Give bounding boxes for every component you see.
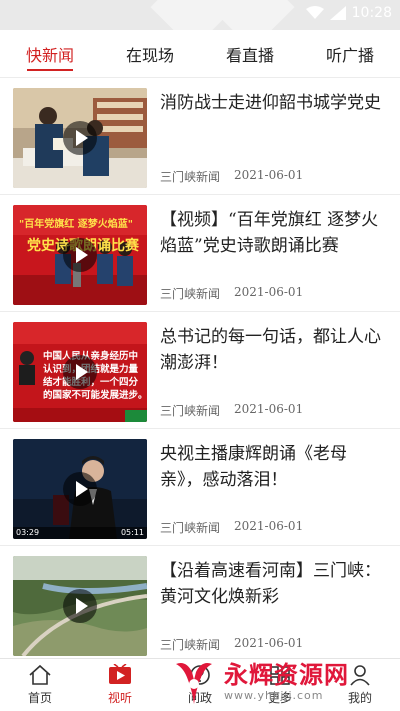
news-title[interactable]: 消防战士走进仰韶书城学党史 <box>160 90 388 116</box>
news-date: 2021-06-01 <box>234 285 304 299</box>
home-icon <box>29 664 51 685</box>
nav-home[interactable]: 首页 <box>0 659 80 711</box>
nav-video[interactable]: 视听 <box>80 659 160 711</box>
news-title[interactable]: 【沿着高速看河南】三门峡：黄河文化焕新彩 <box>160 558 388 610</box>
play-icon[interactable] <box>63 589 97 623</box>
signal-icon <box>329 6 346 20</box>
category-tabs: 快新闻 在现场 看直播 听广播 <box>0 30 400 78</box>
tab-live[interactable]: 看直播 <box>200 30 300 77</box>
news-date: 2021-06-01 <box>234 519 304 533</box>
news-thumbnail[interactable] <box>13 88 147 188</box>
news-meta: 三门峡新闻 2021-06-01 <box>160 636 303 653</box>
news-date: 2021-06-01 <box>234 402 304 416</box>
news-item[interactable]: 消防战士走进仰韶书城学党史 三门峡新闻 2021-06-01 <box>0 78 400 195</box>
news-date: 2021-06-01 <box>234 636 304 650</box>
news-thumbnail[interactable]: 03:29 05:11 <box>13 439 147 539</box>
news-list: 消防战士走进仰韶书城学党史 三门峡新闻 2021-06-01 "百年党旗红 逐梦… <box>0 78 400 658</box>
watermark-url: www.yhkjjj.com <box>224 689 324 702</box>
video-elapsed-time: 03:29 <box>16 528 40 537</box>
status-time: 10:28 <box>351 5 392 21</box>
news-title[interactable]: 总书记的每一句话，都让人心潮澎湃！ <box>160 324 388 376</box>
news-source: 三门峡新闻 <box>160 404 221 418</box>
news-thumbnail[interactable]: 中国人民从亲身经历中 认识到，团结就是力量 结才能胜利，一个四分 的国家不可能发… <box>13 322 147 422</box>
tab-radio[interactable]: 听广播 <box>300 30 400 77</box>
news-source: 三门峡新闻 <box>160 287 221 301</box>
news-item[interactable]: 中国人民从亲身经历中 认识到，团结就是力量 结才能胜利，一个四分 的国家不可能发… <box>0 312 400 429</box>
thumbnail-banner-text: "百年党旗红 逐梦火焰蓝" <box>19 219 133 230</box>
news-thumbnail[interactable] <box>13 556 147 656</box>
play-icon[interactable] <box>63 121 97 155</box>
watermark-text: 永辉资源网 <box>224 661 349 689</box>
news-meta: 三门峡新闻 2021-06-01 <box>160 285 303 302</box>
status-bar: 10:28 <box>0 0 400 30</box>
news-meta: 三门峡新闻 2021-06-01 <box>160 168 303 185</box>
news-item[interactable]: 03:29 05:11 央视主播康辉朗诵《老母亲》，感动落泪！ 三门峡新闻 20… <box>0 429 400 546</box>
tab-on-site[interactable]: 在现场 <box>100 30 200 77</box>
play-icon[interactable] <box>63 472 97 506</box>
site-watermark: 永辉资源网 www.yhkjjj.com <box>160 652 400 711</box>
news-title[interactable]: 【视频】“百年党旗红 逐梦火焰蓝”党史诗歌朗诵比赛 <box>160 207 388 259</box>
news-item[interactable]: "百年党旗红 逐梦火焰蓝" 党史诗歌朗诵比赛 【视频】“百年党旗红 逐梦火焰蓝”… <box>0 195 400 312</box>
nav-video-label: 视听 <box>107 691 132 705</box>
thumbnail-quote-line: 的国家不可能发展进步。 <box>43 390 147 401</box>
video-total-time: 05:11 <box>120 528 144 537</box>
tab-quick-news[interactable]: 快新闻 <box>0 30 100 77</box>
video-play-icon <box>109 664 131 684</box>
news-meta: 三门峡新闻 2021-06-01 <box>160 402 303 419</box>
nav-home-label: 首页 <box>27 691 52 705</box>
news-source: 三门峡新闻 <box>160 521 221 535</box>
news-source: 三门峡新闻 <box>160 170 221 184</box>
news-meta: 三门峡新闻 2021-06-01 <box>160 519 303 536</box>
news-thumbnail[interactable]: "百年党旗红 逐梦火焰蓝" 党史诗歌朗诵比赛 <box>13 205 147 305</box>
news-item[interactable]: 【沿着高速看河南】三门峡：黄河文化焕新彩 三门峡新闻 2021-06-01 <box>0 546 400 658</box>
play-icon[interactable] <box>63 355 97 389</box>
news-date: 2021-06-01 <box>234 168 304 182</box>
watermark-logo <box>176 662 212 704</box>
wifi-icon <box>305 6 324 19</box>
news-source: 三门峡新闻 <box>160 638 221 652</box>
play-icon[interactable] <box>63 238 97 272</box>
news-title[interactable]: 央视主播康辉朗诵《老母亲》，感动落泪！ <box>160 441 388 493</box>
